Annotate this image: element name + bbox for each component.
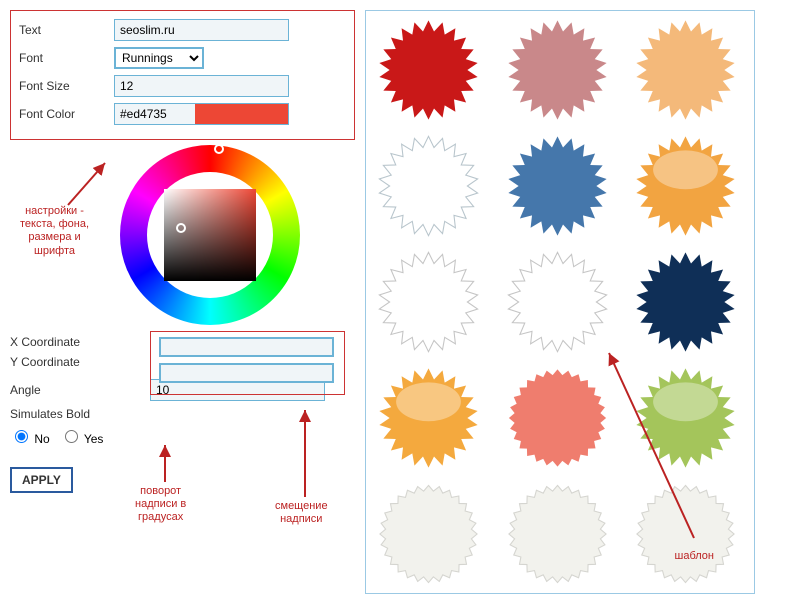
badge-template[interactable]	[500, 132, 615, 240]
apply-button[interactable]: APPLY	[10, 467, 73, 493]
badge-template[interactable]	[500, 248, 615, 356]
template-panel: шаблон	[365, 10, 755, 594]
anno-offset: смещение надписи	[275, 500, 328, 526]
xcoord-label: X Coordinate	[10, 335, 150, 349]
badge-template[interactable]	[628, 16, 743, 124]
xcoord-input[interactable]	[159, 337, 334, 357]
badge-template[interactable]	[371, 16, 486, 124]
badge-template[interactable]	[500, 364, 615, 472]
fontcolor-field[interactable]: #ed4735	[114, 103, 289, 125]
ycoord-input[interactable]	[159, 363, 334, 383]
badge-template[interactable]	[628, 364, 743, 472]
badge-template[interactable]	[371, 364, 486, 472]
text-input[interactable]	[114, 19, 289, 41]
hue-cursor[interactable]	[214, 144, 224, 154]
radio-yes-label[interactable]: Yes	[60, 427, 104, 446]
font-select[interactable]: Runnings	[114, 47, 204, 69]
fontsize-label: Font Size	[19, 79, 114, 93]
radio-no[interactable]	[15, 430, 28, 443]
text-label: Text	[19, 23, 114, 37]
badge-grid	[371, 16, 749, 588]
badge-template[interactable]	[628, 132, 743, 240]
badge-template[interactable]	[371, 132, 486, 240]
anno-settings: настройки - текста, фона, размера и шриф…	[20, 205, 89, 258]
badge-template[interactable]	[371, 480, 486, 588]
radio-no-label[interactable]: No	[10, 427, 50, 446]
fontcolor-label: Font Color	[19, 107, 114, 121]
angle-label: Angle	[10, 383, 150, 397]
fontsize-input[interactable]	[114, 75, 289, 97]
bold-label: Simulates Bold	[10, 407, 150, 421]
ycoord-label: Y Coordinate	[10, 355, 150, 369]
badge-template[interactable]	[371, 248, 486, 356]
coordinate-group	[150, 331, 345, 395]
font-label: Font	[19, 51, 114, 65]
color-picker[interactable]	[120, 145, 300, 325]
radio-yes[interactable]	[65, 430, 78, 443]
sv-cursor[interactable]	[176, 223, 186, 233]
badge-template[interactable]	[628, 248, 743, 356]
fontcolor-hex: #ed4735	[115, 104, 195, 124]
badge-template[interactable]	[500, 480, 615, 588]
arrow-icon	[60, 155, 120, 215]
fontcolor-swatch	[195, 104, 288, 124]
badge-template[interactable]	[628, 480, 743, 588]
badge-template[interactable]	[500, 16, 615, 124]
saturation-value-box[interactable]	[164, 189, 256, 281]
text-settings-group: Text Font Runnings Font Size Font Color …	[10, 10, 355, 140]
